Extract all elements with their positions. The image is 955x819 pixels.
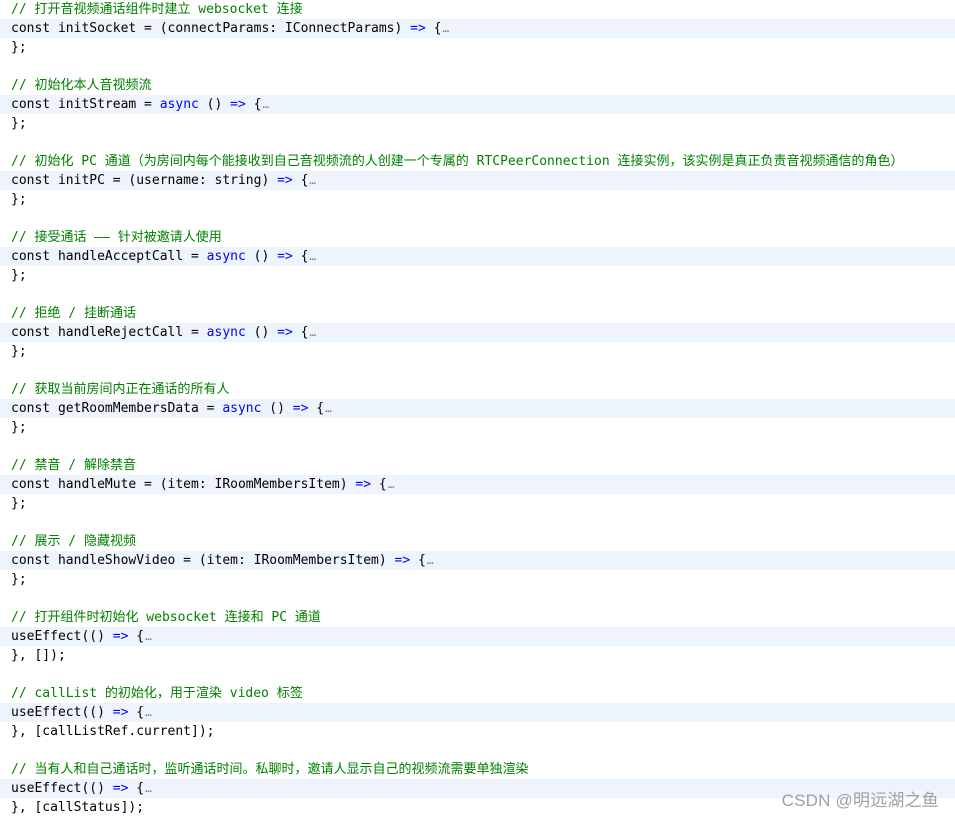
- code-comment-line: // 初始化 PC 通道（为房间内每个能接收到自己音视频流的人创建一个专属的 R…: [11, 154, 904, 169]
- code-closing-line: }, [callListRef.current]);: [11, 724, 215, 739]
- code-head-text: const initSocket = (connectParams: IConn…: [11, 21, 442, 36]
- folded-code-line[interactable]: const getRoomMembersData = async () => {…: [0, 399, 955, 418]
- code-head-text: const initStream = async () => {: [11, 97, 262, 112]
- folded-code-line[interactable]: const handleRejectCall = async () => {…: [0, 323, 955, 342]
- folded-code-line[interactable]: const handleAcceptCall = async () => {…: [0, 247, 955, 266]
- code-editor: // 打开音视频通话组件时建立 websocket 连接 const initSo…: [0, 0, 955, 817]
- code-head-text: const handleAcceptCall = async () => {: [11, 249, 309, 264]
- fold-ellipsis-icon[interactable]: …: [145, 782, 152, 795]
- code-head-text: useEffect(() => {: [11, 629, 145, 644]
- code-head-text: const handleShowVideo = (item: IRoomMemb…: [11, 553, 426, 568]
- code-head-text: const handleRejectCall = async () => {: [11, 325, 309, 340]
- fold-ellipsis-icon[interactable]: …: [309, 250, 316, 263]
- folded-code-line[interactable]: useEffect(() => {…: [0, 703, 955, 722]
- code-closing-line: };: [11, 116, 27, 131]
- code-head-text: useEffect(() => {: [11, 781, 145, 796]
- fold-ellipsis-icon[interactable]: …: [309, 174, 316, 187]
- code-head-text: const getRoomMembersData = async () => {: [11, 401, 325, 416]
- code-head-text: const initPC = (username: string) => {: [11, 173, 309, 188]
- code-closing-line: };: [11, 192, 27, 207]
- fold-ellipsis-icon[interactable]: …: [388, 478, 395, 491]
- code-comment-line: // 禁音 / 解除禁音: [11, 458, 136, 473]
- code-comment-line: // 接受通话 —— 针对被邀请人使用: [11, 230, 222, 245]
- code-comment-line: // callList 的初始化，用于渲染 video 标签: [11, 686, 303, 701]
- code-closing-line: };: [11, 572, 27, 587]
- code-comment-line: // 打开音视频通话组件时建立 websocket 连接: [11, 2, 303, 17]
- code-comment-line: // 打开组件时初始化 websocket 连接和 PC 通道: [11, 610, 321, 625]
- fold-ellipsis-icon[interactable]: …: [262, 98, 269, 111]
- fold-ellipsis-icon[interactable]: …: [309, 326, 316, 339]
- code-comment-line: // 获取当前房间内正在通话的所有人: [11, 382, 230, 397]
- fold-ellipsis-icon[interactable]: …: [427, 554, 434, 567]
- code-closing-line: };: [11, 268, 27, 283]
- code-comment-line: // 当有人和自己通话时，监听通话时间。私聊时，邀请人显示自己的视频流需要单独渲…: [11, 762, 529, 777]
- code-closing-line: };: [11, 496, 27, 511]
- code-closing-line: };: [11, 420, 27, 435]
- folded-code-line[interactable]: const handleShowVideo = (item: IRoomMemb…: [0, 551, 955, 570]
- folded-code-line[interactable]: const handleMute = (item: IRoomMembersIt…: [0, 475, 955, 494]
- fold-ellipsis-icon[interactable]: …: [145, 706, 152, 719]
- fold-ellipsis-icon[interactable]: …: [325, 402, 332, 415]
- folded-code-line[interactable]: const initStream = async () => {…: [0, 95, 955, 114]
- csdn-watermark: CSDN @明远湖之鱼: [781, 791, 939, 810]
- folded-code-line[interactable]: const initSocket = (connectParams: IConn…: [0, 19, 955, 38]
- code-closing-line: }, []);: [11, 648, 66, 663]
- code-comment-line: // 初始化本人音视频流: [11, 78, 152, 93]
- code-head-text: const handleMute = (item: IRoomMembersIt…: [11, 477, 387, 492]
- code-comment-line: // 展示 / 隐藏视频: [11, 534, 136, 549]
- code-head-text: useEffect(() => {: [11, 705, 145, 720]
- folded-code-line[interactable]: useEffect(() => {…: [0, 627, 955, 646]
- code-comment-line: // 拒绝 / 挂断通话: [11, 306, 136, 321]
- code-closing-line: };: [11, 40, 27, 55]
- fold-ellipsis-icon[interactable]: …: [145, 630, 152, 643]
- code-closing-line: };: [11, 344, 27, 359]
- folded-code-line[interactable]: const initPC = (username: string) => {…: [0, 171, 955, 190]
- fold-ellipsis-icon[interactable]: …: [442, 22, 449, 35]
